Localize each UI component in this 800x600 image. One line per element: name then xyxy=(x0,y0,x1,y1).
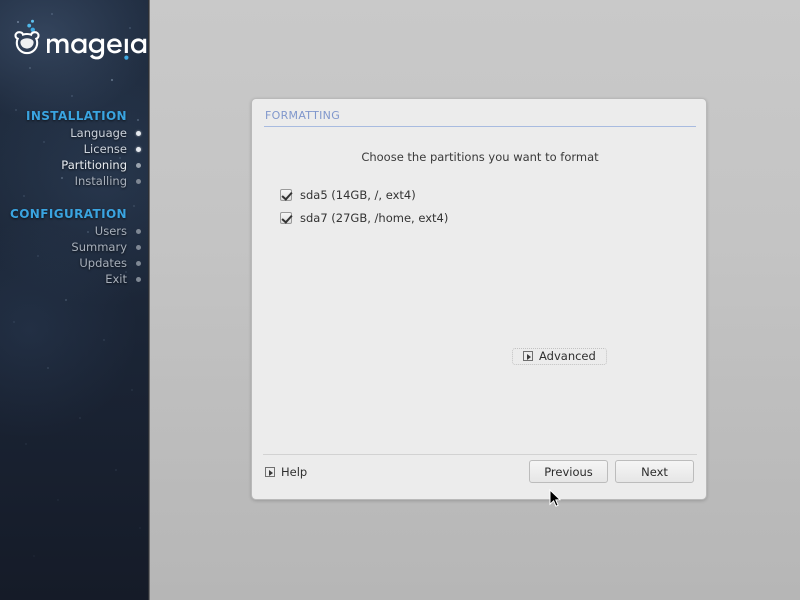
partition-row-sda7[interactable]: sda7 (27GB, /home, ext4) xyxy=(280,206,680,229)
starfield-background xyxy=(0,0,148,600)
mageia-logo xyxy=(10,18,148,64)
step-status-dot xyxy=(136,163,141,168)
sidebar-item-label: Installing xyxy=(74,174,127,188)
step-status-dot xyxy=(136,179,141,184)
installer-sidebar: INSTALLATION Language License Partitioni… xyxy=(0,0,148,600)
sidebar-item-license[interactable]: License xyxy=(0,141,148,157)
sidebar-item-users[interactable]: Users xyxy=(0,223,148,239)
previous-button[interactable]: Previous xyxy=(529,460,608,483)
title-underline xyxy=(264,126,696,127)
step-status-dot xyxy=(136,147,141,152)
step-status-dot xyxy=(136,277,141,282)
step-status-dot xyxy=(136,131,141,136)
nav-section-spacer xyxy=(0,189,148,206)
sidebar-item-label: Partitioning xyxy=(61,158,127,172)
partition-row-sda5[interactable]: sda5 (14GB, /, ext4) xyxy=(280,183,680,206)
help-button[interactable]: Help xyxy=(265,465,307,479)
partition-checkbox-sda7[interactable] xyxy=(280,211,292,224)
sidebar-divider xyxy=(148,0,150,600)
step-status-dot xyxy=(136,261,141,266)
advanced-button-label: Advanced xyxy=(539,349,596,363)
step-status-dot xyxy=(136,245,141,250)
expand-triangle-icon xyxy=(265,467,275,477)
advanced-button-wrap: Advanced xyxy=(512,346,607,365)
advanced-button[interactable]: Advanced xyxy=(512,347,607,365)
page-title: FORMATTING xyxy=(265,109,341,122)
partition-list: sda5 (14GB, /, ext4) sda7 (27GB, /home, … xyxy=(280,183,680,229)
installer-screen: INSTALLATION Language License Partitioni… xyxy=(0,0,800,600)
sidebar-item-label: Users xyxy=(94,224,127,238)
sidebar-item-label: Exit xyxy=(105,272,127,286)
sidebar-item-label: Language xyxy=(70,126,127,140)
sidebar-item-summary[interactable]: Summary xyxy=(0,239,148,255)
partition-checkbox-sda5[interactable] xyxy=(280,188,292,201)
expand-triangle-icon xyxy=(523,351,533,361)
sidebar-item-language[interactable]: Language xyxy=(0,125,148,141)
step-status-dot xyxy=(136,229,141,234)
partition-label: sda7 (27GB, /home, ext4) xyxy=(300,210,449,225)
dialog-actions: Previous Next xyxy=(529,460,694,483)
formatting-dialog: FORMATTING Choose the partitions you wan… xyxy=(251,98,707,500)
partition-label: sda5 (14GB, /, ext4) xyxy=(300,187,416,202)
sidebar-item-label: Updates xyxy=(79,256,127,270)
sidebar-item-exit[interactable]: Exit xyxy=(0,271,148,287)
prompt-text: Choose the partitions you want to format xyxy=(361,150,599,164)
sidebar-item-updates[interactable]: Updates xyxy=(0,255,148,271)
sidebar-item-partitioning[interactable]: Partitioning xyxy=(0,157,148,173)
footer-divider xyxy=(263,454,697,455)
sidebar-item-installing[interactable]: Installing xyxy=(0,173,148,189)
next-button[interactable]: Next xyxy=(615,460,694,483)
help-button-label: Help xyxy=(281,465,308,479)
sidebar-item-label: Summary xyxy=(71,240,127,254)
nav-section-header-configuration: CONFIGURATION xyxy=(10,207,127,221)
nav-section-header-installation: INSTALLATION xyxy=(25,109,127,123)
installer-steps-nav: INSTALLATION Language License Partitioni… xyxy=(0,108,148,287)
sidebar-item-label: License xyxy=(83,142,127,156)
